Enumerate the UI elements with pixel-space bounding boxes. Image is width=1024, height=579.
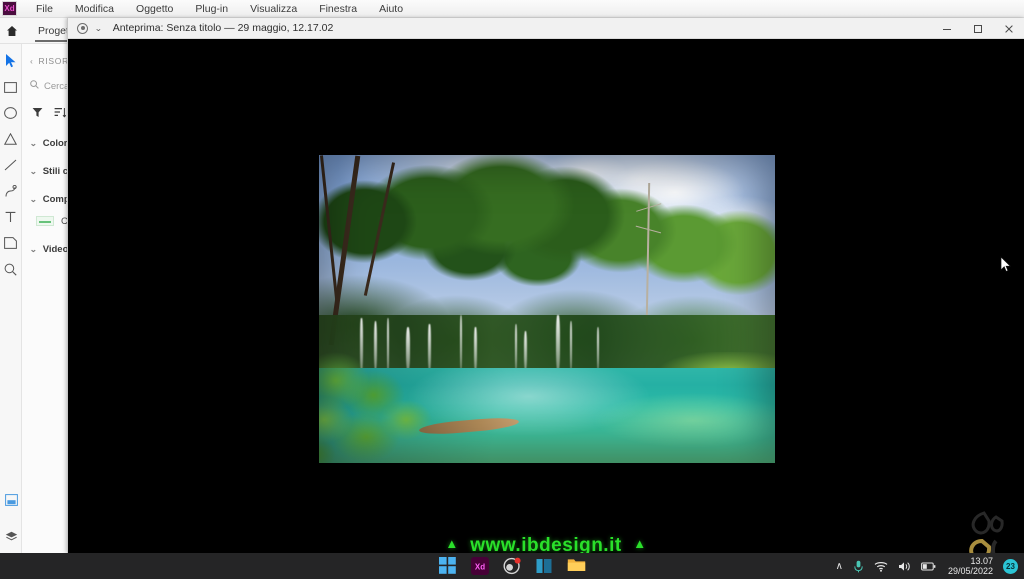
tool-ellipse[interactable] <box>0 100 22 126</box>
menu-item-oggetto[interactable]: Oggetto <box>125 1 184 17</box>
system-tray: ∧ 13.07 29/05/2022 23 <box>836 556 1018 576</box>
filter-icon[interactable] <box>32 105 43 123</box>
tool-zoom[interactable] <box>0 256 22 282</box>
start-button[interactable] <box>439 557 457 575</box>
toolbar-bottom-icons <box>0 487 22 549</box>
tool-artboard[interactable] <box>0 230 22 256</box>
wifi-icon[interactable] <box>874 561 888 572</box>
adobe-xd-taskbar-icon[interactable]: Xd <box>471 557 489 575</box>
search-icon <box>30 80 39 92</box>
windows-taskbar: Xd ∧ 13.07 29/05/2022 23 <box>0 553 1024 579</box>
window-controls <box>931 18 1024 39</box>
battery-icon[interactable] <box>921 562 936 571</box>
microphone-icon[interactable] <box>853 560 864 573</box>
menu-item-aiuto[interactable]: Aiuto <box>368 1 414 17</box>
chevron-down-icon: ⌄ <box>30 244 38 254</box>
file-explorer-taskbar-icon[interactable] <box>567 557 586 575</box>
chevron-down-icon: ⌄ <box>30 166 38 176</box>
assets-search-placeholder: Cerca <box>44 80 70 92</box>
tray-chevron-up-icon[interactable]: ∧ <box>836 561 843 572</box>
preview-window-title: Anteprima: Senza titolo — 29 maggio, 12.… <box>112 22 334 34</box>
tool-line[interactable] <box>0 152 22 178</box>
chevron-left-icon: ‹ <box>30 56 34 66</box>
sort-icon[interactable] <box>54 105 67 123</box>
maximize-button[interactable] <box>962 18 993 39</box>
minimize-button[interactable] <box>931 18 962 39</box>
volume-icon[interactable] <box>898 561 911 572</box>
menu-item-finestra[interactable]: Finestra <box>308 1 368 17</box>
tool-select[interactable] <box>0 48 22 74</box>
taskbar-clock[interactable]: 13.07 29/05/2022 <box>948 556 993 576</box>
chevron-down-icon: ⌄ <box>30 138 38 148</box>
watermark-triangle-right: ▲ <box>633 536 647 551</box>
notification-badge[interactable]: 23 <box>1003 558 1018 574</box>
layers-icon[interactable] <box>0 523 22 549</box>
clock-date: 29/05/2022 <box>947 566 993 576</box>
tools-toolbar <box>0 44 22 553</box>
watermark-url: www.ibdesign.it <box>470 535 622 553</box>
menu-item-modifica[interactable]: Modifica <box>64 1 125 17</box>
home-icon[interactable] <box>0 18 24 44</box>
tool-pen[interactable] <box>0 178 22 204</box>
menu-item-file[interactable]: File <box>25 1 64 17</box>
clock-time: 13.07 <box>970 556 993 566</box>
screen-root: Xd File Modifica Oggetto Plug-in Visuali… <box>0 0 1024 579</box>
chevron-down-icon: ⌄ <box>30 194 38 204</box>
watermark-triangle-left: ▲ <box>445 536 459 551</box>
preview-title-bar[interactable]: ⌄ Anteprima: Senza titolo — 29 maggio, 1… <box>68 18 1024 39</box>
obs-studio-taskbar-icon[interactable] <box>503 557 521 575</box>
taskbar-app-icons: Xd <box>439 557 586 575</box>
photo-vignette <box>319 155 775 463</box>
tool-polygon[interactable] <box>0 126 22 152</box>
close-button[interactable] <box>993 18 1024 39</box>
adobe-xd-logo-icon: Xd <box>2 1 17 16</box>
assets-section-video-label: Video <box>42 243 69 255</box>
svg-text:Xd: Xd <box>475 563 485 572</box>
assets-library-icon[interactable] <box>0 487 22 513</box>
app-taskbar-icon[interactable] <box>535 557 553 575</box>
component-thumbnail <box>36 216 54 226</box>
tool-text[interactable] <box>0 204 22 230</box>
chevron-down-icon[interactable]: ⌄ <box>94 24 102 33</box>
mouse-cursor <box>1000 256 1012 272</box>
menu-item-visualizza[interactable]: Visualizza <box>239 1 308 17</box>
menu-bar: Xd File Modifica Oggetto Plug-in Visuali… <box>0 0 1024 18</box>
preview-window: ⌄ Anteprima: Senza titolo — 29 maggio, 1… <box>67 18 1024 553</box>
artboard-preview-image <box>319 155 775 463</box>
watermark-text: ▲ www.ibdesign.it ▲ <box>68 535 1024 553</box>
record-preview-icon[interactable] <box>77 22 88 34</box>
tool-rectangle[interactable] <box>0 74 22 100</box>
preview-canvas[interactable]: ▲ www.ibdesign.it ▲ <box>68 39 1024 553</box>
menu-item-plugin[interactable]: Plug-in <box>184 1 239 17</box>
